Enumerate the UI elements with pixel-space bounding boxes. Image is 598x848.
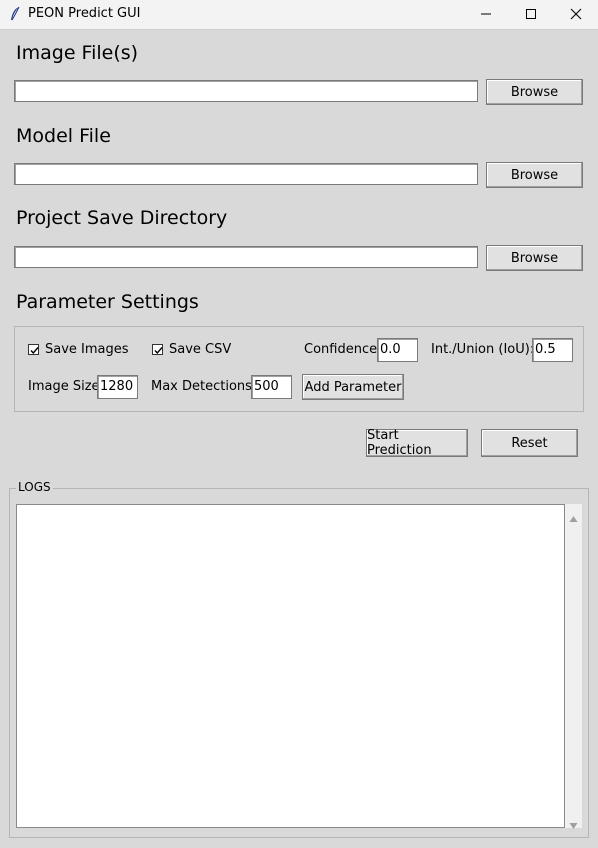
maximize-icon bbox=[525, 5, 537, 24]
reset-button[interactable]: Reset bbox=[481, 429, 578, 457]
scroll-up-icon[interactable] bbox=[569, 508, 578, 527]
project-dir-browse-button[interactable]: Browse bbox=[486, 245, 583, 271]
add-parameter-button[interactable]: Add Parameter bbox=[302, 374, 404, 400]
project-dir-title: Project Save Directory bbox=[16, 207, 228, 229]
parameter-settings-frame bbox=[14, 326, 584, 412]
project-dir-input[interactable] bbox=[14, 246, 478, 268]
iou-input[interactable]: 0.5 bbox=[532, 338, 573, 362]
minimize-button[interactable] bbox=[463, 0, 509, 29]
image-files-browse-button[interactable]: Browse bbox=[486, 79, 583, 105]
logs-label: LOGS bbox=[16, 480, 53, 494]
image-size-label: Image Size: bbox=[28, 379, 104, 394]
save-images-label: Save Images bbox=[45, 342, 129, 357]
image-size-input[interactable]: 1280 bbox=[97, 375, 138, 399]
window-title: PEON Predict GUI bbox=[28, 6, 141, 21]
max-detections-input[interactable]: 500 bbox=[251, 375, 292, 399]
save-csv-label: Save CSV bbox=[169, 342, 232, 357]
confidence-label: Confidence: bbox=[304, 342, 382, 357]
model-file-browse-button[interactable]: Browse bbox=[486, 162, 583, 188]
feather-icon bbox=[8, 6, 22, 22]
logs-textbox[interactable] bbox=[16, 504, 565, 828]
iou-label: Int./Union (IoU): bbox=[431, 342, 535, 357]
save-images-checkbox[interactable] bbox=[28, 344, 39, 355]
minimize-icon bbox=[480, 5, 492, 24]
image-files-title: Image File(s) bbox=[16, 42, 139, 64]
title-bar: PEON Predict GUI bbox=[0, 0, 598, 30]
close-button[interactable] bbox=[553, 0, 598, 29]
parameter-settings-title: Parameter Settings bbox=[16, 291, 199, 313]
max-detections-label: Max Detections: bbox=[151, 379, 257, 394]
close-icon bbox=[570, 5, 582, 24]
model-file-title: Model File bbox=[16, 125, 111, 147]
scroll-down-icon[interactable] bbox=[569, 815, 578, 834]
confidence-input[interactable]: 0.0 bbox=[377, 338, 418, 362]
start-prediction-button[interactable]: Start Prediction bbox=[366, 428, 468, 458]
logs-scrollbar[interactable] bbox=[565, 504, 582, 829]
image-files-input[interactable] bbox=[14, 80, 478, 102]
maximize-button[interactable] bbox=[508, 0, 554, 29]
save-csv-checkbox[interactable] bbox=[152, 344, 163, 355]
model-file-input[interactable] bbox=[14, 163, 478, 185]
